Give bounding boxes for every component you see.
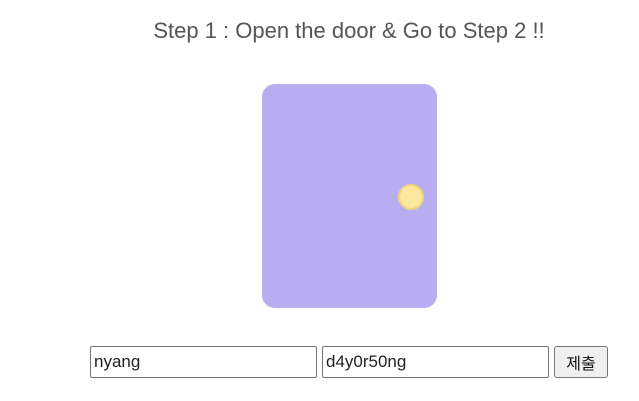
- door[interactable]: [262, 84, 437, 308]
- submit-button[interactable]: 제출: [554, 346, 608, 378]
- page-title: Step 1 : Open the door & Go to Step 2 !!: [153, 18, 545, 43]
- door-knob[interactable]: [398, 184, 424, 210]
- password-input[interactable]: [322, 346, 549, 378]
- id-input[interactable]: [90, 346, 317, 378]
